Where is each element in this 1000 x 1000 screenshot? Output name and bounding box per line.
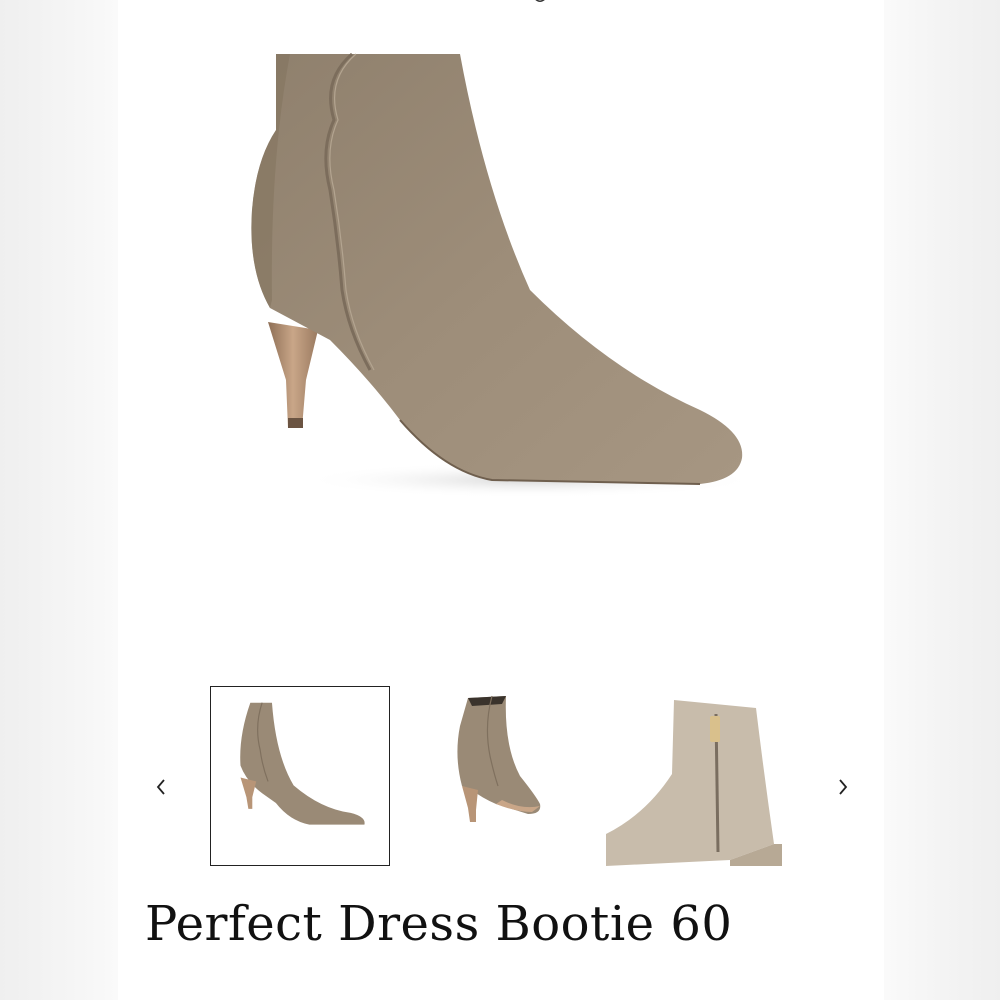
chevron-right-icon — [839, 779, 848, 795]
left-backdrop — [0, 0, 118, 1000]
brand-script-fragment — [535, 0, 545, 2]
main-product-image — [251, 52, 760, 498]
gallery-next-button[interactable] — [828, 772, 858, 802]
gallery-prev-button[interactable] — [146, 772, 176, 802]
chevron-left-icon — [156, 779, 165, 795]
gallery-thumbnail-back-view[interactable] — [432, 686, 572, 866]
gallery-thumbnail-side-view[interactable] — [210, 686, 390, 866]
gallery-thumbnail-zipper-detail[interactable] — [606, 694, 782, 866]
boot-back-thumbnail-image — [457, 695, 541, 822]
zipper-detail-thumbnail-image — [606, 700, 782, 866]
product-title: Perfect Dress Bootie 60 — [145, 896, 733, 952]
boot-side-thumbnail-image — [240, 702, 365, 825]
right-backdrop — [884, 0, 1000, 1000]
